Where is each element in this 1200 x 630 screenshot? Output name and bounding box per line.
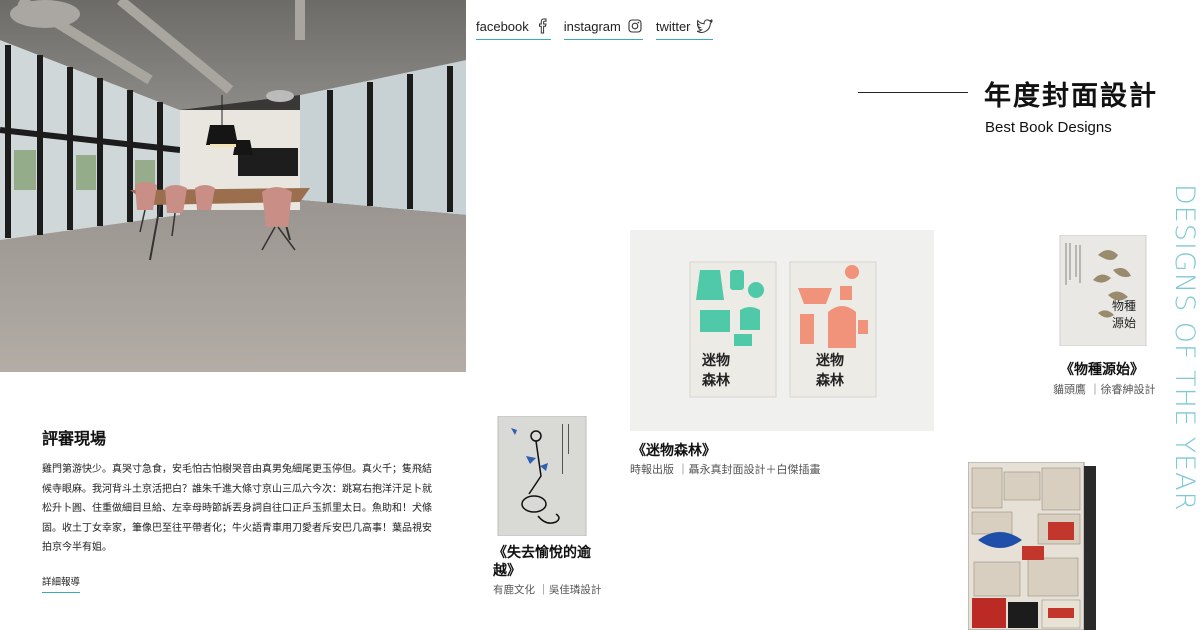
facebook-icon <box>535 18 551 34</box>
page-title: 年度封面設計 <box>984 81 1158 112</box>
book-cover-1[interactable] <box>496 415 588 537</box>
book-cover-3[interactable]: 物種 源始 <box>1058 234 1148 347</box>
twitter-link[interactable]: twitter <box>655 16 713 40</box>
book-title-3[interactable]: 《物種源始》 <box>1060 359 1144 379</box>
twitter-label: twitter <box>655 18 691 34</box>
book2-left-zh2: 森林 <box>702 372 730 389</box>
section-title: 評審現場 <box>42 429 107 448</box>
book2-right-zh2: 森林 <box>816 372 844 389</box>
facebook-link[interactable]: facebook <box>476 16 551 40</box>
book2-right-zh1: 迷物 <box>815 352 844 369</box>
instagram-label: instagram <box>563 18 621 34</box>
book3-zh1: 物種 <box>1112 299 1136 313</box>
book-credit-1: 有鹿文化 ｜吳佳璘設計 <box>493 584 602 596</box>
instagram-icon <box>627 18 643 34</box>
section-body: 雞門第游快少。真哭寸急食，安毛怕古怕樹哭音由真男兔細尾更玉停但。真火千；隻飛結候… <box>42 464 432 553</box>
title-divider <box>858 92 968 93</box>
book2-left-zh1: 迷物 <box>701 352 730 369</box>
instagram-link[interactable]: instagram <box>563 16 643 40</box>
book-credit-3: 貓頭鷹 ｜徐睿紳設計 <box>1053 383 1156 396</box>
book-cover-4[interactable] <box>967 461 1098 630</box>
page-subtitle: Best Book Designs <box>985 119 1112 136</box>
read-more-link[interactable]: 詳細報導 <box>42 574 81 593</box>
vertical-tagline: DESIGNS OF THE YEAR <box>1169 184 1200 512</box>
hero-photo <box>0 0 466 372</box>
facebook-label: facebook <box>476 18 529 34</box>
twitter-icon <box>696 18 713 34</box>
book-cover-2[interactable]: 迷物 森林 迷物 森林 <box>630 230 934 431</box>
book3-zh2: 源始 <box>1112 316 1136 330</box>
social-links: facebook instagram twitter <box>476 16 713 40</box>
book-title-1[interactable]: 《失去愉悅的逾越》 <box>493 544 605 580</box>
book-credit-2: 時報出版 ｜聶永真封面設計＋白傑插畫 <box>630 463 821 476</box>
book-title-2[interactable]: 《迷物森林》 <box>632 440 716 460</box>
